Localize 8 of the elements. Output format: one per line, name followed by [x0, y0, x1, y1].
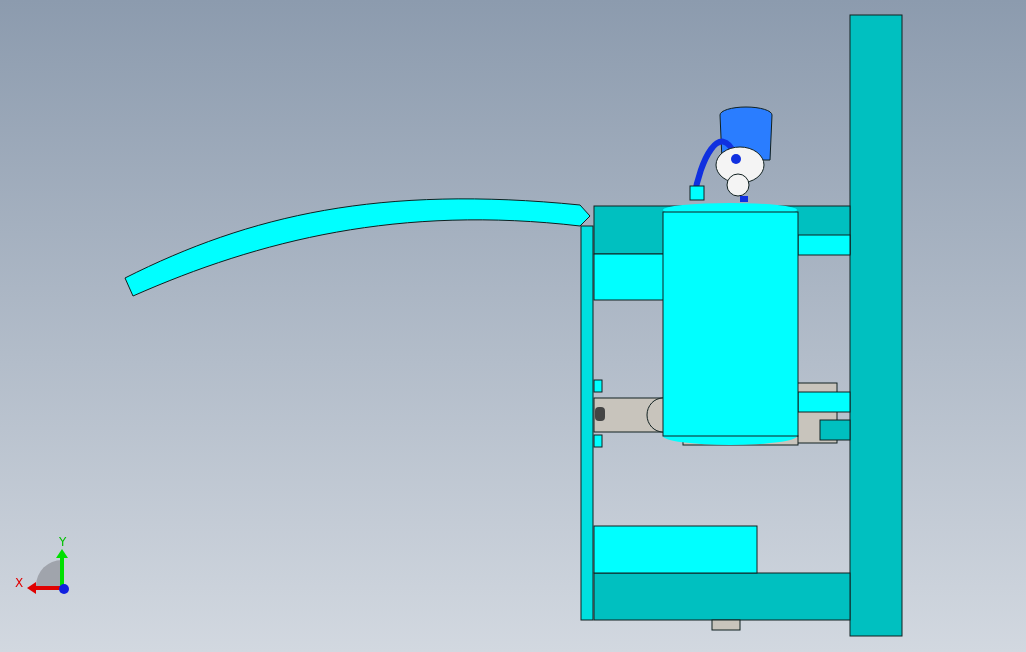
- right-bar: [797, 234, 851, 256]
- clamp-bracket: [593, 379, 665, 448]
- hex-bolt: [711, 619, 741, 631]
- y-axis-label: Y: [59, 535, 67, 549]
- axis-triad: [27, 549, 69, 594]
- x-axis-label: X: [15, 576, 24, 590]
- upper-block: [593, 253, 665, 301]
- cad-viewport[interactable]: Y X: [0, 0, 1026, 652]
